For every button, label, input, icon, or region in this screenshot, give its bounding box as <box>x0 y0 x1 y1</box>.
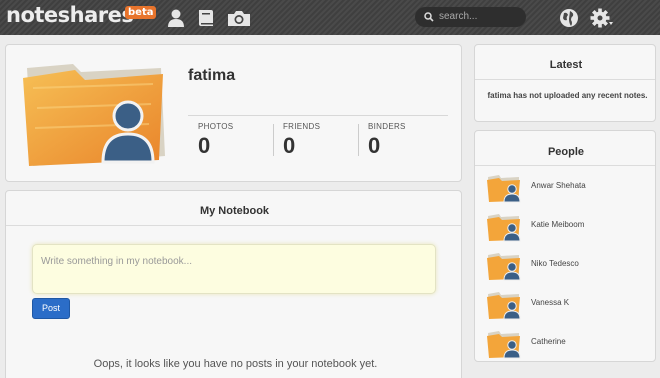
divider <box>475 165 655 166</box>
people-list-item[interactable]: Catherine <box>487 327 647 359</box>
stat-value: 0 <box>368 133 381 158</box>
stat-friends[interactable]: FRIENDS 0 <box>283 122 320 159</box>
people-list-item[interactable]: Niko Tedesco <box>487 249 647 281</box>
profile-avatar[interactable] <box>23 58 168 170</box>
people-panel: People Anwar Shehata Katie Meiboom Niko Te… <box>474 130 656 362</box>
user-icon[interactable] <box>165 7 187 29</box>
people-list-item[interactable]: Katie Meiboom <box>487 210 647 242</box>
divider <box>188 115 448 116</box>
stat-label: BINDERS <box>368 122 406 131</box>
notebook-title: My Notebook <box>199 205 270 217</box>
people-list-item[interactable]: Vanessa K <box>487 288 647 320</box>
search-icon <box>424 12 434 22</box>
latest-panel: Latest fatima has not uploaded any recen… <box>474 44 656 122</box>
empty-notebook-message: Oops, it looks like you have no posts in… <box>93 358 378 370</box>
latest-message: fatima has not uploaded any recent notes… <box>487 91 648 100</box>
logo[interactable]: noteshares <box>6 3 134 27</box>
latest-title: Latest <box>549 59 583 71</box>
notebook-panel: My Notebook Write something in my notebo… <box>5 190 462 378</box>
search-placeholder: search... <box>439 11 478 22</box>
top-nav-bar: noteshares beta search... <box>0 0 660 35</box>
notebook-input-placeholder: Write something in my notebook... <box>41 256 192 267</box>
divider <box>475 79 655 80</box>
divider <box>6 225 461 226</box>
profile-username: fatima <box>188 67 236 84</box>
beta-badge: beta <box>125 6 157 19</box>
person-name[interactable]: Niko Tedesco <box>531 259 579 268</box>
person-name[interactable]: Catherine <box>531 337 566 346</box>
search-input[interactable]: search... <box>415 7 526 27</box>
book-icon[interactable] <box>195 7 217 29</box>
stat-value: 0 <box>198 133 211 158</box>
notebook-input[interactable]: Write something in my notebook... <box>32 244 436 294</box>
person-name[interactable]: Anwar Shehata <box>531 181 586 190</box>
person-avatar[interactable] <box>487 210 521 242</box>
camera-icon[interactable] <box>226 7 252 29</box>
person-name[interactable]: Katie Meiboom <box>531 220 584 229</box>
stat-binders[interactable]: BINDERS 0 <box>368 122 406 159</box>
stat-photos[interactable]: PHOTOS 0 <box>198 122 233 159</box>
gear-icon[interactable] <box>590 7 614 29</box>
person-avatar[interactable] <box>487 327 521 359</box>
stat-label: FRIENDS <box>283 122 321 131</box>
globe-icon[interactable] <box>558 7 580 29</box>
person-avatar[interactable] <box>487 249 521 281</box>
divider <box>273 124 274 156</box>
divider <box>358 124 359 156</box>
person-name[interactable]: Vanessa K <box>531 298 569 307</box>
stat-value: 0 <box>283 133 296 158</box>
people-list-item[interactable]: Anwar Shehata <box>487 171 647 203</box>
person-avatar[interactable] <box>487 288 521 320</box>
person-avatar[interactable] <box>487 171 521 203</box>
post-button[interactable]: Post <box>32 298 70 319</box>
profile-panel: fatima PHOTOS 0 FRIENDS 0 BINDERS 0 <box>5 44 462 182</box>
people-title: People <box>547 146 585 158</box>
stat-label: PHOTOS <box>198 122 234 131</box>
